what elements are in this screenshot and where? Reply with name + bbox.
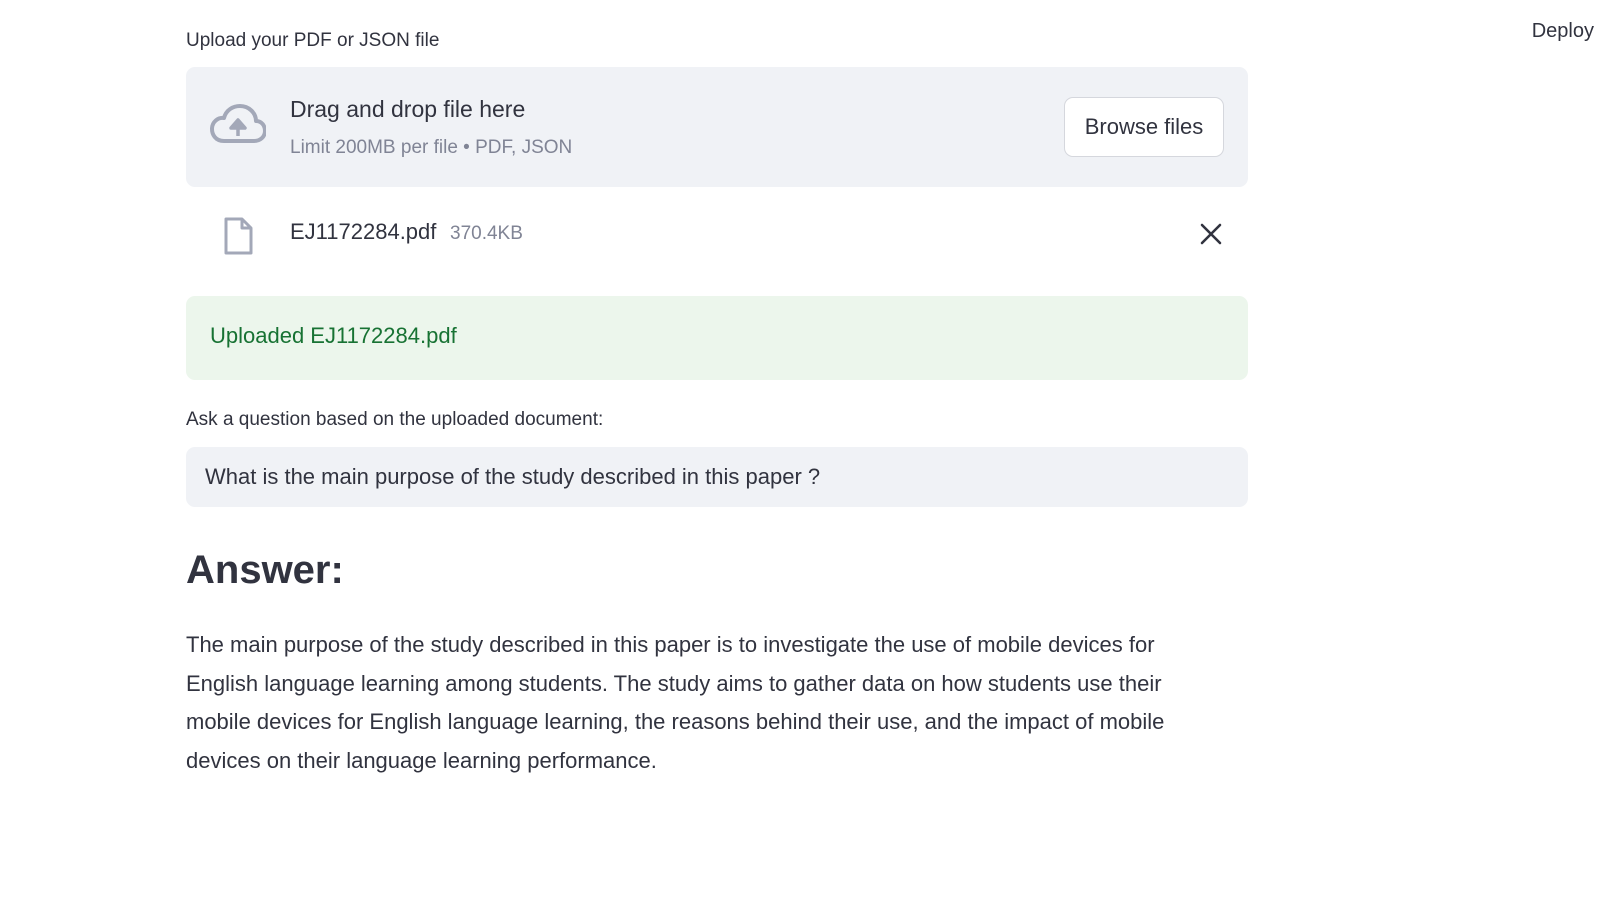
file-size: 370.4KB [450,223,523,244]
success-message: Uploaded EJ1172284.pdf [210,323,457,348]
cloud-upload-icon [210,104,266,143]
uploaded-file-row: EJ1172284.pdf 370.4KB [186,205,1248,265]
answer-text: The main purpose of the study described … [186,632,1165,773]
file-dropzone[interactable]: Drag and drop file here Limit 200MB per … [186,67,1248,187]
dropzone-title: Drag and drop file here [290,96,526,122]
answer-heading: Answer: [186,548,344,592]
close-icon[interactable] [1200,223,1222,245]
deploy-button[interactable]: Deploy [1526,18,1600,45]
success-alert: Uploaded EJ1172284.pdf [186,296,1248,380]
question-label: Ask a question based on the uploaded doc… [186,409,604,430]
file-icon [224,217,253,255]
uploader-label: Upload your PDF or JSON file [186,30,440,51]
dropzone-limits: Limit 200MB per file • PDF, JSON [290,137,573,158]
browse-files-button[interactable]: Browse files [1064,97,1224,157]
question-input[interactable] [186,447,1248,507]
file-name: EJ1172284.pdf [290,219,437,244]
app-page: Deploy Upload your PDF or JSON file Drag… [0,0,1614,901]
